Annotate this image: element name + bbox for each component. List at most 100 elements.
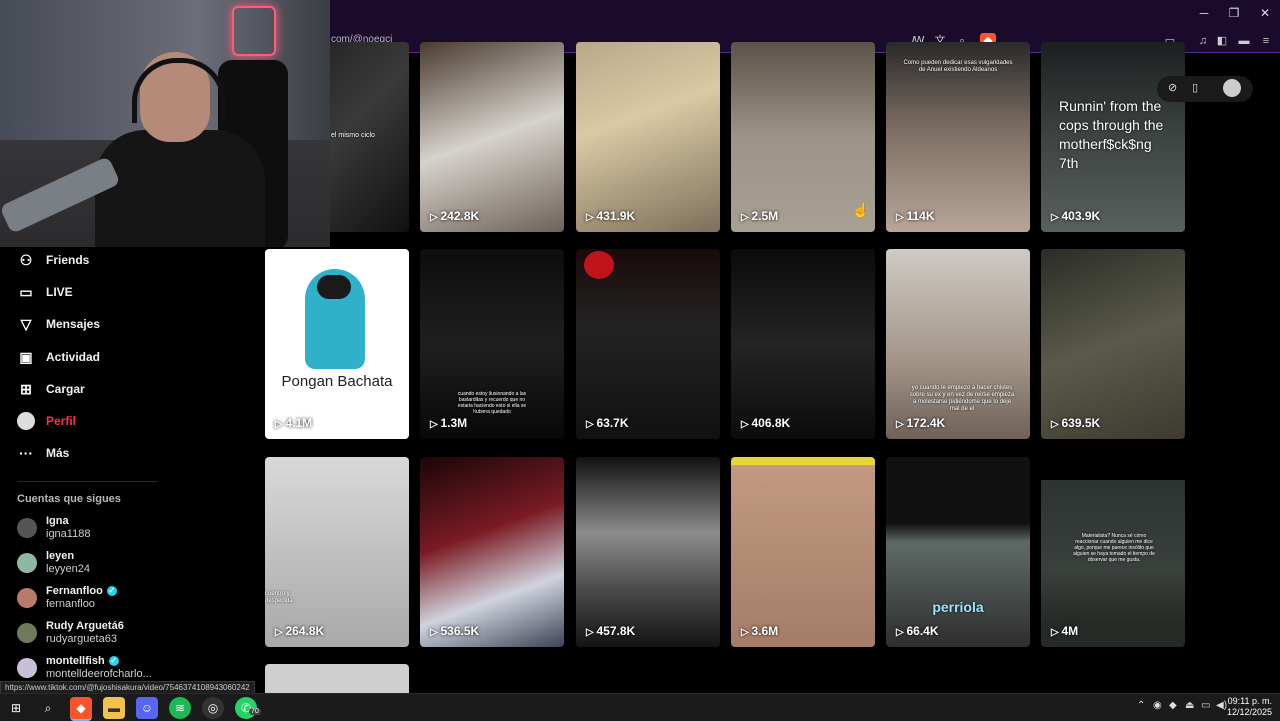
account-name: Fernanfloo xyxy=(46,585,103,597)
video-tile[interactable]: Pongan Bachata 4.1M xyxy=(265,249,409,439)
discord-icon[interactable]: ☺ xyxy=(136,697,158,719)
following-account[interactable]: Igna igna1188 xyxy=(17,513,90,543)
view-count: 457.8K xyxy=(586,624,635,638)
video-tile[interactable]: cuando estoy ilusionando a las bastardit… xyxy=(420,249,564,439)
view-count: 4.1M xyxy=(275,416,312,430)
video-caption: cuentro y despedida xyxy=(265,591,293,604)
video-tile[interactable]: 431.9K xyxy=(576,42,720,232)
sidebar-item-upload[interactable]: ⊞ Cargar xyxy=(17,379,85,399)
account-username: fernanfloo xyxy=(46,598,95,610)
activity-icon: ▣ xyxy=(19,349,33,365)
sidebar: ⚇ Friends ▭ LIVE ▽ Mensajes ▣ Actividad ⊞ Car… xyxy=(0,247,258,693)
view-count: 242.8K xyxy=(430,209,479,223)
video-tile[interactable]: 242.8K xyxy=(420,42,564,232)
file-explorer-icon[interactable]: ▬ xyxy=(103,697,125,719)
floating-toolbar: ⊘ ▯ xyxy=(1157,76,1253,102)
video-tile[interactable]: Materialista? Nunca sé cómo reaccionar c… xyxy=(1041,457,1185,647)
close-icon[interactable]: ✕ xyxy=(1254,6,1276,20)
following-account[interactable]: leyen leyyen24 xyxy=(17,548,90,578)
app-tray-icon[interactable]: ◆ xyxy=(1169,700,1177,711)
panel-icon[interactable]: ◧ xyxy=(1214,33,1230,49)
following-account[interactable]: Rudy Arguetá6 rudyargueta63 xyxy=(17,618,124,648)
following-header: Cuentas que sigues xyxy=(17,493,121,505)
video-tile[interactable]: 3.6M xyxy=(731,457,875,647)
account-name: montellfish xyxy=(46,655,105,667)
view-count: 1.3M xyxy=(430,416,467,430)
usb-icon[interactable]: ⏏ xyxy=(1185,700,1194,711)
sidebar-item-label: Perfil xyxy=(46,414,77,428)
view-count: 2.5M xyxy=(741,209,778,223)
sidebar-item-activity[interactable]: ▣ Actividad xyxy=(17,347,100,367)
volume-icon[interactable]: ◀) xyxy=(1216,700,1227,711)
account-name: Rudy Arguetá6 xyxy=(46,620,124,632)
video-caption: perriola xyxy=(932,599,984,615)
video-grid: el mismo ciclo 242.8K 431.9K 2.5M Como p… xyxy=(265,0,1185,693)
sidebar-item-profile[interactable]: Perfil xyxy=(17,411,76,431)
taskbar: ⊞ ⌕ ◆ ▬ ☺ ≋ ◎ ✆ 70 ⌃ ◉ ◆ ⏏ ▭ ◀) 09:11 p.… xyxy=(0,693,1280,721)
video-tile[interactable]: 639.5K xyxy=(1041,249,1185,439)
wallet-icon[interactable]: ▬ xyxy=(1236,33,1252,49)
video-caption: yo cuando le empiezo a hacer chistes sob… xyxy=(909,385,1015,412)
avatar[interactable] xyxy=(1223,79,1241,97)
video-tile[interactable]: perriola 66.4K xyxy=(886,457,1030,647)
video-tile[interactable]: 406.8K xyxy=(731,249,875,439)
brave-browser-icon[interactable]: ◆ xyxy=(70,697,92,721)
sidebar-item-messages[interactable]: ▽ Mensajes xyxy=(17,314,100,334)
view-count: 66.4K xyxy=(896,624,938,638)
menu-icon[interactable]: ≡ xyxy=(1258,33,1274,49)
view-count: 431.9K xyxy=(586,209,635,223)
spotify-icon[interactable]: ≋ xyxy=(169,697,191,719)
video-tile[interactable]: 457.8K xyxy=(576,457,720,647)
sidebar-item-more[interactable]: ··· Más xyxy=(17,443,69,463)
avatar xyxy=(17,553,37,573)
obs-icon[interactable]: ◎ xyxy=(202,697,224,719)
system-clock[interactable]: 09:11 p. m. 12/12/2025 xyxy=(1227,696,1272,718)
video-tile[interactable]: Runnin' from the cops through the mother… xyxy=(1041,42,1185,232)
video-caption: Materialista? Nunca sé cómo reaccionar c… xyxy=(1073,533,1155,563)
account-username: igna1188 xyxy=(46,528,91,540)
windows-start-icon[interactable]: ⊞ xyxy=(5,697,27,719)
verified-icon: ✓ xyxy=(106,586,117,597)
tray-chevron-icon[interactable]: ⌃ xyxy=(1137,700,1145,711)
account-name: Igna xyxy=(46,515,69,527)
view-count: 264.8K xyxy=(275,624,324,638)
account-username: montelldeerofcharlo... xyxy=(46,668,152,680)
following-account[interactable]: montellfish ✓ montelldeerofcharlo... xyxy=(17,653,152,683)
video-tile[interactable]: 63.7K xyxy=(576,249,720,439)
steam-icon[interactable]: ◉ xyxy=(1153,700,1162,711)
sidebar-item-friends[interactable]: ⚇ Friends xyxy=(17,250,90,270)
video-caption: Pongan Bachata xyxy=(281,373,393,390)
media-icon[interactable]: ♫ xyxy=(1195,33,1211,49)
sidebar-item-live[interactable]: ▭ LIVE xyxy=(17,282,73,302)
compass-icon[interactable]: ⊘ xyxy=(1168,81,1177,94)
sidebar-item-label: LIVE xyxy=(46,285,73,299)
view-count: 403.9K xyxy=(1051,209,1100,223)
clock-time: 09:11 p. m. xyxy=(1227,696,1272,706)
upload-icon: ⊞ xyxy=(20,381,32,397)
phone-icon[interactable]: ▯ xyxy=(1192,81,1198,94)
sidebar-item-label: Mensajes xyxy=(46,317,101,331)
sidebar-item-label: Cargar xyxy=(46,382,85,396)
video-tile[interactable]: yo cuando le empiezo a hacer chistes sob… xyxy=(886,249,1030,439)
view-count: 639.5K xyxy=(1051,416,1100,430)
video-tile[interactable]: 536.5K xyxy=(420,457,564,647)
following-account[interactable]: Fernanfloo ✓ fernanfloo xyxy=(17,583,117,613)
view-count: 406.8K xyxy=(741,416,790,430)
divider xyxy=(17,481,157,482)
friends-icon: ⚇ xyxy=(19,252,33,268)
avatar xyxy=(17,623,37,643)
verified-icon: ✓ xyxy=(108,656,119,667)
video-caption: el mismo ciclo xyxy=(331,132,375,139)
video-tile[interactable]: cuentro y despedida 264.8K xyxy=(265,457,409,647)
search-icon[interactable]: ⌕ xyxy=(37,697,59,719)
view-count: 63.7K xyxy=(586,416,628,430)
messages-icon: ▽ xyxy=(20,316,32,332)
account-name: leyen xyxy=(46,550,75,562)
restore-icon[interactable]: ❐ xyxy=(1223,6,1245,20)
video-caption: Como pueden dedicar esas vulgaridades de… xyxy=(903,60,1013,73)
view-count: 4M xyxy=(1051,624,1078,638)
video-tile[interactable] xyxy=(265,664,409,693)
video-tile[interactable]: Como pueden dedicar esas vulgaridades de… xyxy=(886,42,1030,232)
minimize-icon[interactable]: ─ xyxy=(1193,6,1215,20)
network-icon[interactable]: ▭ xyxy=(1201,700,1210,711)
